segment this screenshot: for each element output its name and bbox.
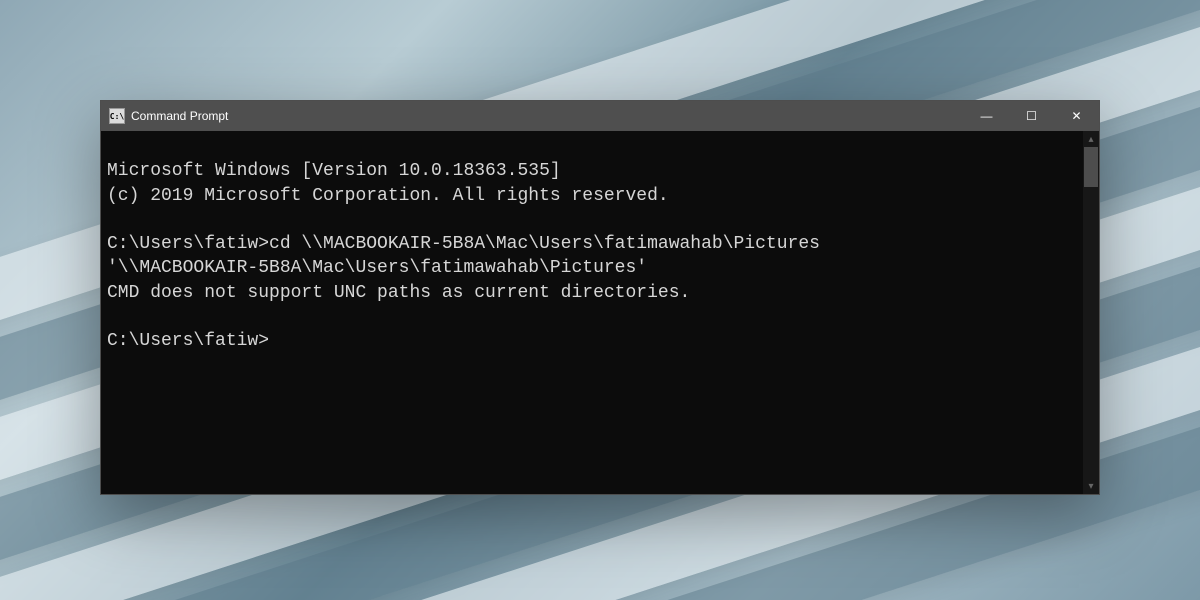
terminal-line: Microsoft Windows [Version 10.0.18363.53… [107,161,561,181]
maximize-button[interactable]: ☐ [1009,101,1054,131]
titlebar[interactable]: C:\ Command Prompt — ☐ ✕ [101,101,1099,131]
scroll-up-icon[interactable]: ▴ [1083,131,1099,147]
cmd-icon: C:\ [109,108,125,124]
window-title: Command Prompt [131,109,228,123]
command-prompt-window: C:\ Command Prompt — ☐ ✕ Microsoft Windo… [100,100,1100,495]
terminal-line: CMD does not support UNC paths as curren… [107,283,690,303]
scroll-thumb[interactable] [1084,147,1098,187]
terminal-output[interactable]: Microsoft Windows [Version 10.0.18363.53… [101,131,1083,494]
terminal-prompt[interactable]: C:\Users\fatiw> [107,331,269,351]
scroll-down-icon[interactable]: ▾ [1083,478,1099,494]
scrollbar[interactable]: ▴ ▾ [1083,131,1099,494]
terminal-line: '\\MACBOOKAIR-5B8A\Mac\Users\fatimawahab… [107,258,647,278]
terminal-line: (c) 2019 Microsoft Corporation. All righ… [107,186,669,206]
terminal-line: C:\Users\fatiw>cd \\MACBOOKAIR-5B8A\Mac\… [107,234,820,254]
minimize-button[interactable]: — [964,101,1009,131]
close-button[interactable]: ✕ [1054,101,1099,131]
terminal-body: Microsoft Windows [Version 10.0.18363.53… [101,131,1099,494]
